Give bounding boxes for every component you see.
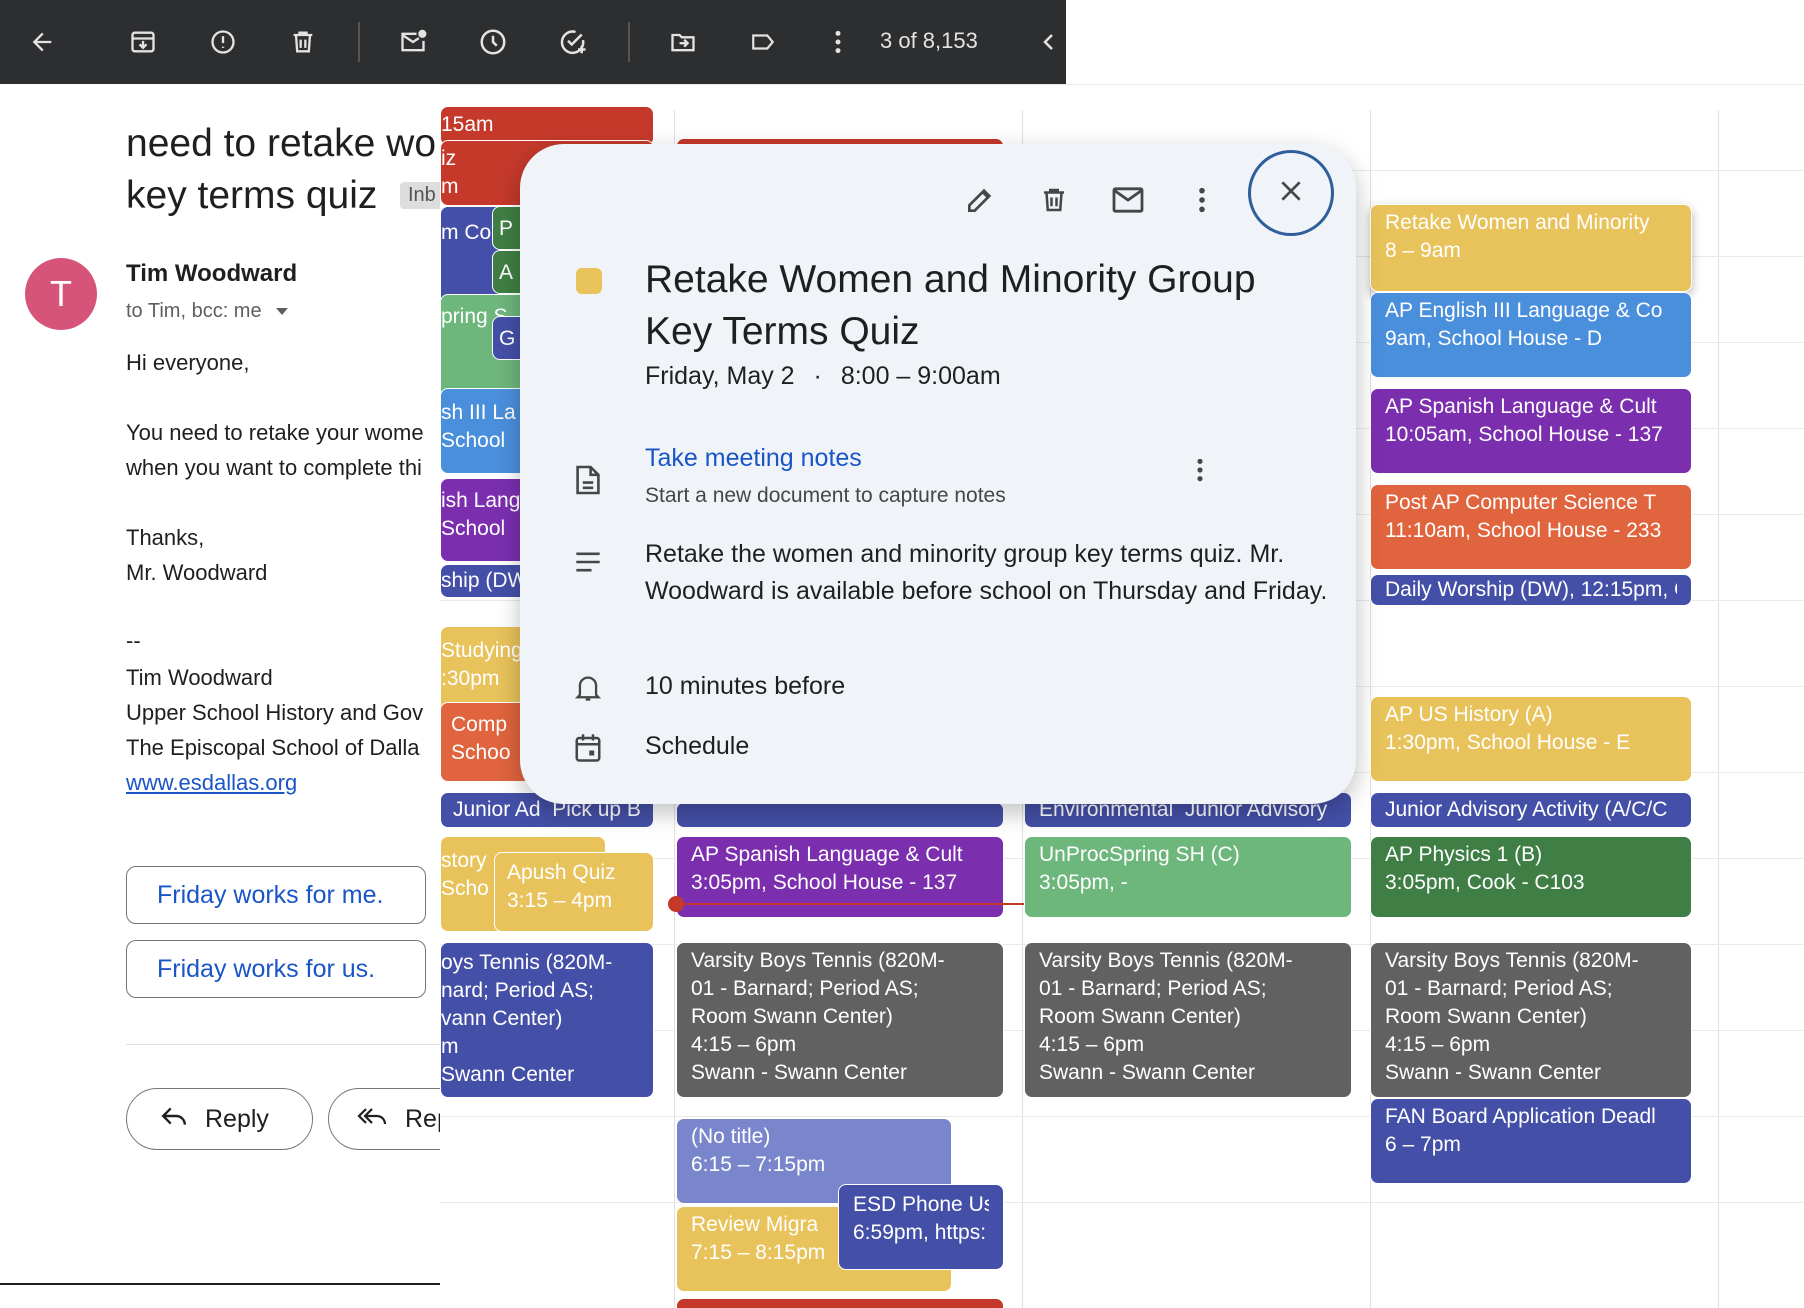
- email-body-line: You need to retake your wome: [126, 420, 424, 445]
- reply-label: Reply: [205, 1104, 269, 1133]
- email-thanks: Thanks,: [126, 525, 205, 550]
- edit-icon[interactable]: [958, 178, 1002, 222]
- calendar-event-esd-phone[interactable]: ESD Phone Us 6:59pm, https:: [838, 1184, 1004, 1270]
- email-body-line: when you want to complete thi: [126, 455, 422, 480]
- calendar-event-ap-us-history[interactable]: AP US History (A) 1:30pm, School House - …: [1370, 696, 1692, 782]
- description-icon: [566, 540, 610, 584]
- toolbar-divider: [358, 22, 360, 62]
- close-button[interactable]: [1248, 150, 1334, 236]
- event-title: Retake Women and Minority Group Key Term…: [645, 258, 1256, 353]
- more-options-icon[interactable]: [1180, 178, 1224, 222]
- signature-name: Tim Woodward: [126, 665, 273, 690]
- calendar-event-varsity-tennis[interactable]: Varsity Boys Tennis (820M- 01 - Barnard; …: [1024, 942, 1352, 1098]
- email-signoff: Mr. Woodward: [126, 560, 268, 585]
- notes-more-icon[interactable]: [1178, 448, 1222, 492]
- event-details-popup: Retake Women and Minority Group Key Term…: [520, 144, 1356, 804]
- calendar-event-ap-spanish[interactable]: AP Spanish Language & Cult 10:05am, Schoo…: [1370, 388, 1692, 474]
- calendar-event[interactable]: [676, 802, 1004, 828]
- calendar-event-varsity-tennis[interactable]: Varsity Boys Tennis (820M- 01 - Barnard; …: [1370, 942, 1692, 1098]
- calendar-event-retake-quiz[interactable]: Retake Women and Minority 8 – 9am: [1370, 204, 1692, 292]
- avatar: T: [25, 258, 97, 330]
- smart-reply-button[interactable]: Friday works for me.: [126, 866, 426, 924]
- inbox-label-chip[interactable]: Inb: [400, 182, 444, 209]
- meeting-notes-subtitle: Start a new document to capture notes: [645, 484, 1006, 507]
- signature-dash: --: [126, 628, 141, 653]
- snooze-icon[interactable]: [473, 22, 513, 62]
- email-greeting: Hi everyone,: [126, 350, 250, 375]
- calendar-event-fan-board[interactable]: FAN Board Application Deadl 6 – 7pm: [1370, 1098, 1692, 1184]
- archive-icon[interactable]: [123, 22, 163, 62]
- signature-title: Upper School History and Gov: [126, 700, 424, 725]
- calendar-event-ap-physics[interactable]: AP Physics 1 (B) 3:05pm, Cook - C103: [1370, 836, 1692, 918]
- divider: [126, 1044, 446, 1045]
- separator: ·: [813, 362, 822, 390]
- email-guests-icon[interactable]: [1106, 178, 1150, 222]
- signature-school: The Episcopal School of Dalla: [126, 735, 420, 760]
- event-date-time: Friday, May 2 · 8:00 – 9:00am: [645, 362, 1001, 391]
- bell-icon: [566, 666, 610, 710]
- day-divider: [1718, 110, 1719, 1308]
- calendar-event-junior-advisory[interactable]: Junior Advisory Activity (A/C/C: [1370, 792, 1692, 828]
- calendar-event[interactable]: [676, 1298, 1004, 1308]
- calendar-event-daily-worship[interactable]: Daily Worship (DW), 12:15pm, C: [1370, 574, 1692, 606]
- document-icon: [566, 458, 610, 502]
- divider: [0, 1283, 440, 1285]
- reply-icon: [161, 1105, 187, 1134]
- reply-button[interactable]: Reply: [126, 1088, 313, 1150]
- event-description: Retake the women and minority group key …: [645, 540, 1328, 605]
- gmail-toolbar: 3 of 8,153: [0, 0, 1066, 84]
- smart-reply-button[interactable]: Friday works for us.: [126, 940, 426, 998]
- delete-icon[interactable]: [283, 22, 323, 62]
- sender-name: Tim Woodward: [126, 260, 298, 287]
- reply-all-icon: [357, 1105, 387, 1134]
- calendar-event-varsity-tennis[interactable]: Varsity Boys Tennis (820M- 01 - Barnard; …: [676, 942, 1004, 1098]
- calendar-event[interactable]: oys Tennis (820M-nard; Period AS; vann Ce…: [440, 942, 654, 1098]
- newer-icon[interactable]: [1035, 22, 1063, 62]
- calendar-event-ap-english[interactable]: AP English III Language & Co 9am, School …: [1370, 292, 1692, 378]
- calendar-icon: [566, 726, 610, 770]
- calendar-event-ap-spanish[interactable]: AP Spanish Language & Cult 3:05pm, School…: [676, 836, 1004, 918]
- more-icon[interactable]: [818, 22, 858, 62]
- recipients[interactable]: to Tim, bcc: me: [126, 300, 289, 323]
- chevron-down-icon[interactable]: [275, 300, 289, 323]
- signature-link[interactable]: www.esdallas.org: [126, 770, 297, 796]
- event-color-swatch: [576, 268, 602, 294]
- recipients-text: to Tim, bcc: me: [126, 300, 262, 322]
- event-date: Friday, May 2: [645, 362, 795, 390]
- calendar-event-unproc[interactable]: UnProcSpring SH (C) 3:05pm, -: [1024, 836, 1352, 918]
- calendar-event-computer-science[interactable]: Post AP Computer Science T 11:10am, Schoo…: [1370, 484, 1692, 570]
- close-icon: [1278, 178, 1304, 209]
- toolbar-divider: [628, 22, 630, 62]
- mark-unread-icon[interactable]: [393, 22, 433, 62]
- event-reminder: 10 minutes before: [645, 672, 846, 700]
- event-time: 8:00 – 9:00am: [840, 362, 1001, 390]
- hour-line: [440, 84, 1804, 85]
- current-time-line: [676, 903, 1024, 905]
- calendar-event-apush-quiz[interactable]: Apush Quiz 3:15 – 4pm: [494, 852, 654, 932]
- hour-line: [440, 1202, 1804, 1203]
- move-to-icon[interactable]: [663, 22, 703, 62]
- report-spam-icon[interactable]: [203, 22, 243, 62]
- label-icon[interactable]: [743, 22, 783, 62]
- calendar-name: Schedule: [645, 732, 750, 760]
- take-meeting-notes-link[interactable]: Take meeting notes: [645, 444, 862, 473]
- delete-icon[interactable]: [1032, 178, 1076, 222]
- subject-line: need to retake wo: [126, 122, 437, 165]
- add-task-icon[interactable]: [553, 22, 593, 62]
- pagination-count: 3 of 8,153: [880, 28, 978, 53]
- back-arrow-icon[interactable]: [22, 22, 62, 62]
